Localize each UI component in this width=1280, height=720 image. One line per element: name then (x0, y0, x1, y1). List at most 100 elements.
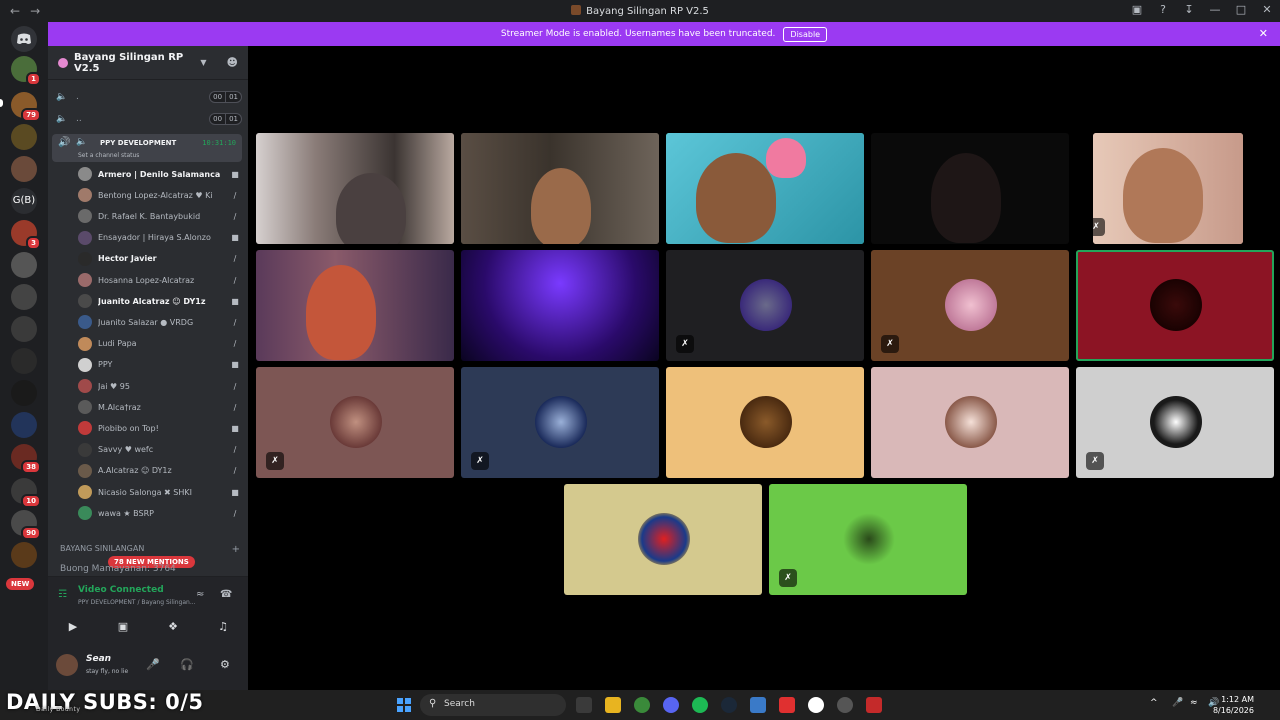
invite-icon[interactable]: ☻ (227, 56, 238, 69)
task-view-icon[interactable] (576, 697, 592, 713)
voice-member[interactable]: Nicasio Salonga ✖ SHKI ■ (78, 482, 242, 502)
video-tile[interactable] (1076, 250, 1274, 361)
signal-icon[interactable]: ☶ (58, 589, 67, 600)
guild-avatar[interactable]: 90 (11, 510, 41, 540)
voice-member[interactable]: wawa ★ BSRP ∕ (78, 503, 242, 523)
voice-member[interactable]: Ludi Papa ∕ (78, 334, 242, 354)
voice-member[interactable]: Savvy ♥ wefc ∕ (78, 440, 242, 460)
guild-avatar[interactable]: 79 (11, 92, 41, 122)
headphones-icon[interactable]: 🎧 (180, 658, 194, 671)
voice-member[interactable]: M.Alca†raz ∕ (78, 397, 242, 417)
voice-channel[interactable]: 🔈 . 00 01 (56, 87, 242, 107)
microphone-icon[interactable]: 🎤 (146, 658, 160, 671)
discord-icon[interactable] (663, 697, 679, 713)
avatar[interactable] (56, 654, 78, 676)
settings-gear-icon[interactable]: ⚙ (220, 658, 230, 671)
tray-chevron-icon[interactable]: ^ (1150, 698, 1158, 708)
voice-member[interactable]: Dr. Rafael K. Bantaybukid ∕ (78, 206, 242, 226)
category-header[interactable]: BAYANG SINILANGAN + (60, 544, 240, 555)
voice-member[interactable]: Piobibo on Top! ■ (78, 418, 242, 438)
wifi-icon[interactable]: ≈ (1190, 698, 1198, 708)
notepad-icon[interactable] (750, 697, 766, 713)
guild-avatar[interactable] (11, 124, 37, 150)
tray-mic-icon[interactable]: 🎤 (1172, 698, 1183, 708)
discord-home-button[interactable] (11, 26, 37, 52)
guild-avatar[interactable] (11, 412, 37, 438)
video-tile[interactable] (871, 367, 1069, 478)
disable-button[interactable]: Disable (783, 26, 828, 42)
voice-member[interactable]: Armero | Denilo Salamanca ■ (78, 164, 242, 184)
forward-icon[interactable]: → (30, 4, 40, 18)
video-tile[interactable] (564, 484, 762, 595)
guild-avatar[interactable]: 1 (11, 56, 41, 86)
chrome-icon[interactable] (634, 697, 650, 713)
screen-share-icon[interactable]: ▣ (103, 617, 143, 637)
taskbar-search[interactable]: ⚲ Search (420, 694, 566, 716)
windows-start-icon[interactable] (397, 698, 411, 712)
channel-status[interactable]: Set a channel status (78, 152, 139, 159)
voice-member[interactable]: Juanito Alcatraz ☺ DY1z ■ (78, 291, 242, 311)
disconnect-icon[interactable]: ☎ (220, 589, 232, 600)
taskbar-clock[interactable]: 1:12 AM 8/16/2026 (1213, 694, 1254, 716)
guild-avatar[interactable] (11, 252, 37, 278)
video-tile[interactable] (666, 133, 864, 244)
voice-member[interactable]: Hector Javier ∕ (78, 249, 242, 269)
soundboard-icon[interactable]: ♫ (203, 617, 243, 637)
spotify-icon[interactable] (692, 697, 708, 713)
voice-channel[interactable]: 🔈 .. 00 01 (56, 109, 242, 129)
video-tile[interactable] (256, 133, 454, 244)
app-icon[interactable] (866, 697, 882, 713)
guild-avatar[interactable]: 38 (11, 444, 41, 474)
guild-avatar[interactable] (11, 542, 37, 568)
video-tile[interactable]: ✗ (871, 250, 1069, 361)
noise-suppression-icon[interactable]: ≈ (196, 589, 204, 600)
guild-text-icon[interactable]: G(B) (11, 188, 37, 214)
help-icon[interactable]: ? (1156, 3, 1170, 16)
active-voice-channel[interactable]: 🔊 🔈 PPY DEVELOPMENT 10:31:10 Set a chann… (52, 134, 242, 162)
server-header[interactable]: Bayang Silingan RP V2.5 ▼ ☻ (48, 46, 248, 80)
video-tile[interactable] (871, 133, 1069, 244)
file-explorer-icon[interactable] (605, 697, 621, 713)
voice-member[interactable]: Jai ♥ 95 ∕ (78, 376, 242, 396)
chevron-down-icon[interactable]: ▼ (200, 58, 206, 67)
video-tile[interactable]: ✗ (769, 484, 967, 595)
voice-member[interactable]: Bentong Lopez-Alcatraz ♥ Ki ∕ (78, 185, 242, 205)
obs-icon[interactable] (808, 697, 824, 713)
voice-channel-buong[interactable]: Buong Mamayanan: 3764 (60, 564, 176, 574)
camera-icon[interactable]: ▶ (53, 617, 93, 637)
voice-member[interactable]: Ensayador | Hiraya S.Alonzo ■ (78, 228, 242, 248)
activities-icon[interactable]: ❖ (153, 617, 193, 637)
video-tile[interactable] (666, 367, 864, 478)
record-app-icon[interactable] (779, 697, 795, 713)
steam-icon[interactable] (721, 697, 737, 713)
guild-avatar[interactable]: 3 (11, 220, 41, 250)
video-tile[interactable]: ✗ (1076, 367, 1274, 478)
video-tile[interactable]: ✗ (256, 367, 454, 478)
back-icon[interactable]: ← (10, 4, 20, 18)
new-badge[interactable]: NEW (6, 578, 35, 590)
add-channel-icon[interactable]: + (232, 544, 240, 555)
voice-member[interactable]: PPY ■ (78, 355, 242, 375)
guild-avatar[interactable] (11, 316, 37, 342)
app-icon[interactable] (837, 697, 853, 713)
video-tile[interactable]: ✗ (666, 250, 864, 361)
inbox-icon[interactable]: ▣ (1130, 3, 1144, 16)
username[interactable]: Sean (86, 654, 111, 664)
voice-member[interactable]: A.Alcatraz ☺ DY1z ∕ (78, 461, 242, 481)
download-icon[interactable]: ↧ (1182, 3, 1196, 16)
guild-avatar[interactable] (11, 284, 37, 310)
close-icon[interactable]: ✕ (1259, 27, 1268, 40)
minimize-icon[interactable]: — (1208, 3, 1222, 16)
guild-avatar[interactable] (11, 348, 37, 374)
video-tile[interactable]: ✗ (461, 367, 659, 478)
maximize-icon[interactable]: □ (1234, 3, 1248, 16)
close-window-icon[interactable]: ✕ (1260, 3, 1274, 16)
video-tile[interactable]: ✗ (1093, 133, 1243, 244)
video-tile[interactable] (256, 250, 454, 361)
voice-member[interactable]: Hosanna Lopez-Alcatraz ∕ (78, 270, 242, 290)
video-tile[interactable] (461, 133, 659, 244)
rtc-channel[interactable]: PPY DEVELOPMENT / Bayang Silingan... (78, 599, 196, 606)
voice-member[interactable]: Juanito Salazar ● VRDG ∕ (78, 312, 242, 332)
guild-avatar[interactable] (11, 156, 37, 182)
guild-avatar[interactable] (11, 380, 37, 406)
